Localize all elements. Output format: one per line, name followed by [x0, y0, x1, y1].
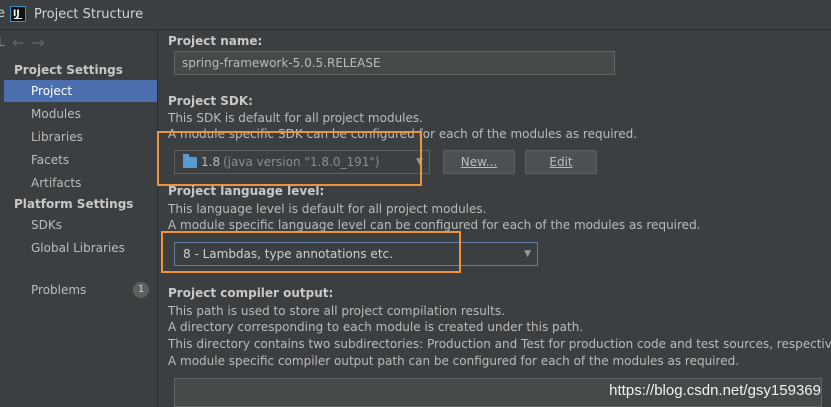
main-panel: Project name: spring-framework-5.0.5.REL…: [158, 30, 831, 407]
project-sdk-label: Project SDK:: [168, 94, 253, 108]
window-title: Project Structure: [34, 7, 144, 22]
project-name-label: Project name:: [168, 34, 263, 48]
sdk-version-detail: (java version "1.8.0_191"): [223, 155, 380, 169]
project-sdk-desc-1: This SDK is default for all project modu…: [168, 111, 423, 125]
problems-count-badge: 1: [133, 282, 149, 298]
project-sdk-dropdown[interactable]: 1.8 (java version "1.8.0_191") ▼: [174, 150, 430, 174]
sidebar-item-artifacts[interactable]: Artifacts: [4, 172, 157, 194]
intellij-app-icon: IJ: [10, 6, 26, 22]
sidebar-item-libraries[interactable]: Libraries: [4, 126, 157, 148]
sdk-folder-icon: [183, 154, 197, 168]
language-level-dropdown[interactable]: 8 - Lambdas, type annotations etc. ▼: [174, 242, 538, 266]
project-name-input[interactable]: spring-framework-5.0.5.RELEASE: [174, 51, 615, 75]
sidebar-item-problems[interactable]: Problems 1: [4, 279, 157, 301]
project-sdk-desc-2: A module specific SDK can be configured …: [168, 127, 638, 141]
sidebar-item-sdks[interactable]: SDKs: [4, 214, 157, 236]
section-header-project-settings: Project Settings: [14, 63, 123, 77]
language-level-value: 8 - Lambdas, type annotations etc.: [183, 247, 393, 261]
chevron-down-icon: ▼: [416, 157, 423, 167]
back-forward-arrows-icon[interactable]: ←→: [12, 33, 51, 52]
compiler-output-label: Project compiler output:: [168, 286, 334, 300]
chevron-down-icon: ▼: [524, 249, 531, 259]
compiler-output-desc-3: This directory contains two subdirectori…: [168, 337, 831, 351]
compiler-output-desc-4: A module specific compiler output path c…: [168, 354, 740, 368]
sidebar-item-project[interactable]: Project: [4, 80, 157, 102]
language-level-desc-1: This language level is default for all p…: [168, 202, 487, 216]
compiler-output-desc-1: This path is used to store all project c…: [168, 304, 505, 318]
watermark-text: https://blog.csdn.net/gsy159369: [609, 382, 821, 399]
compiler-output-desc-2: A directory corresponding to each module…: [168, 320, 584, 334]
language-level-desc-2: A module specific language level can be …: [168, 218, 701, 232]
sidebar-item-facets[interactable]: Facets: [4, 149, 157, 171]
clipped-text: L: [0, 35, 5, 49]
language-level-label: Project language level:: [168, 184, 325, 198]
new-sdk-button[interactable]: New...: [443, 150, 515, 174]
edit-sdk-button[interactable]: Edit: [525, 150, 597, 174]
title-bar: e IJ Project Structure: [0, 0, 831, 30]
sidebar-item-label: Problems: [31, 283, 87, 297]
sidebar-item-global-libraries[interactable]: Global Libraries: [4, 237, 157, 259]
sidebar: L ←→ Project Settings Project Modules Li…: [0, 30, 157, 407]
sdk-version: 1.8: [201, 155, 221, 169]
sidebar-item-modules[interactable]: Modules: [4, 103, 157, 125]
section-header-platform-settings: Platform Settings: [14, 197, 134, 211]
clipped-text: e: [0, 6, 5, 21]
